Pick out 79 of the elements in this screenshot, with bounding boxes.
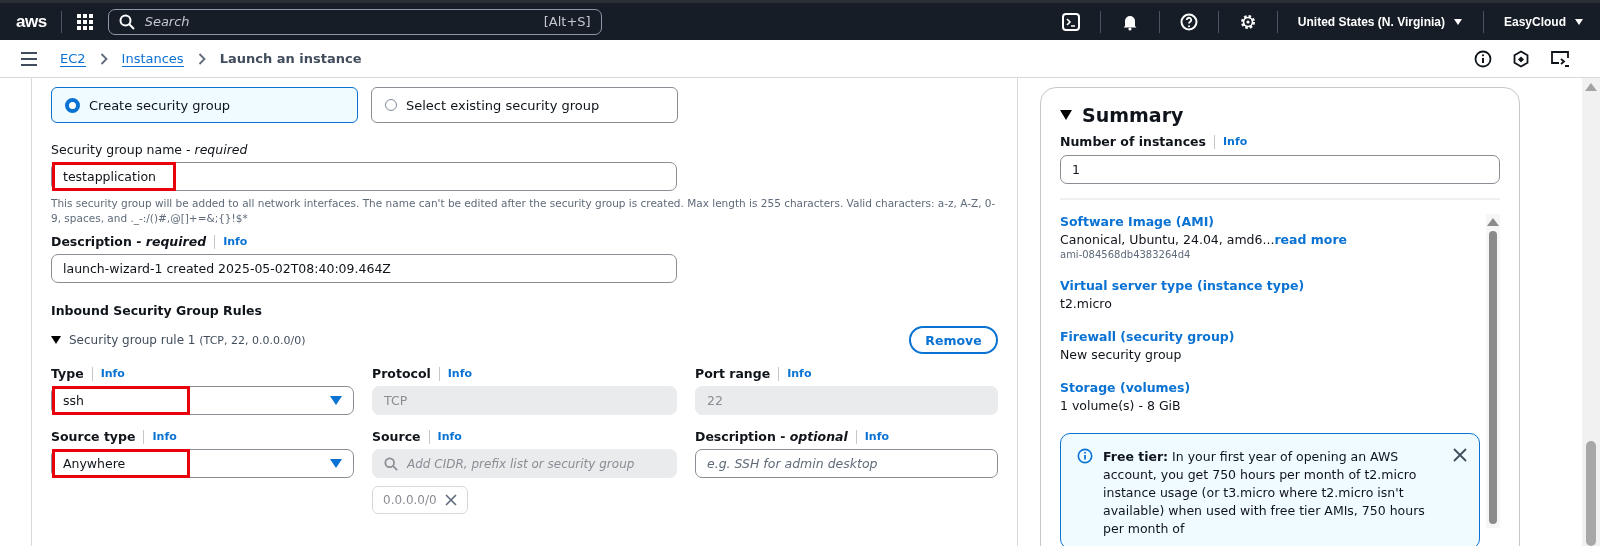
scrollbar[interactable]	[1486, 214, 1500, 528]
help-text: This security group will be added to all network interfaces. The name can't be edited after the security group is created. Max length is 255 characters. Valid characters: a-z, A-Z, 0-9, spaces, and ._-:/()#,@[]+=&;{}!$*	[51, 196, 997, 226]
info-link[interactable]: Info	[223, 235, 248, 248]
input-field[interactable]: testapplication	[51, 162, 677, 191]
search-field[interactable]: Search [Alt+S]	[107, 8, 602, 35]
filter-token: 0.0.0.0/0	[372, 486, 468, 514]
remove-button[interactable]: Remove	[909, 326, 998, 354]
summary-value: 1 volume(s) - 8 GiB	[1060, 398, 1182, 413]
field-label: Description - required	[51, 234, 207, 249]
info-link[interactable]: Info	[787, 367, 812, 380]
rule-expander[interactable]: Security group rule 1 (TCP, 22, 0.0.0.0/0)	[51, 333, 306, 347]
page-scrollbar[interactable]	[1582, 78, 1600, 546]
summary-value: Canonical, Ubuntu, 24.04, amd6...read more	[1060, 232, 1349, 247]
scrollbar-thumb[interactable]	[1586, 441, 1596, 546]
logo[interactable]: aws	[16, 11, 47, 32]
select-field[interactable]: Anywhere	[51, 449, 354, 478]
info-link[interactable]: Info	[447, 367, 473, 380]
info-link[interactable]: Info	[864, 430, 890, 443]
summary-value: t2.micro	[1060, 296, 1113, 311]
breadcrumb-link[interactable]: EC2	[60, 50, 86, 67]
field-label: Protocol	[372, 366, 431, 381]
section-link[interactable]: Storage (volumes)	[1060, 380, 1191, 395]
scrollbar-thumb[interactable]	[1489, 231, 1497, 524]
radio-tile[interactable]: Select existing security group	[371, 87, 678, 123]
ami-id: ami-084568db4383264d4	[1060, 249, 1192, 260]
search-icon	[384, 456, 398, 471]
shortcut-hint: [Alt+S]	[543, 14, 591, 29]
field-label: Security group name - required	[51, 142, 249, 157]
chevron-right-icon	[197, 52, 206, 65]
account-menu[interactable]: EasyCloud	[1504, 14, 1584, 29]
terminal-icon[interactable]	[1061, 12, 1080, 31]
region-menu[interactable]: United States (N. Virginia)	[1297, 14, 1463, 29]
info-icon	[1077, 448, 1093, 464]
breadcrumb-current: Launch an instance	[219, 51, 362, 66]
info-link[interactable]: Info	[1222, 135, 1248, 148]
menu-icon[interactable]	[20, 51, 38, 66]
input-field: 22	[695, 386, 998, 415]
section-link[interactable]: Firewall (security group)	[1060, 329, 1235, 344]
expand-triangle-icon[interactable]	[1060, 110, 1072, 120]
search-icon	[118, 13, 135, 30]
info-link[interactable]: Info	[437, 430, 462, 443]
section-link[interactable]: Virtual server type (instance type)	[1060, 278, 1305, 293]
alert-text: Free tier: In your first year of opening an AWS account, you get 750 hours per month of t2.micro instance usage (or t3.micro where t2.micro isn't available) when used with free tier AMIs, 750 hours per month of	[1103, 448, 1426, 538]
search-field[interactable]: Add CIDR, prefix list or security group	[372, 449, 677, 478]
input-field[interactable]: 1	[1060, 155, 1500, 184]
field-label: Description - optional	[695, 429, 848, 444]
summary-value: New security group	[1060, 347, 1183, 362]
chevron-right-icon	[99, 52, 108, 65]
breadcrumb-link[interactable]: Instances	[121, 50, 184, 67]
caret-icon	[1453, 17, 1463, 26]
close-icon[interactable]	[1453, 448, 1467, 462]
input-field[interactable]: e.g. SSH for admin desktop	[695, 449, 998, 478]
field-label: Source type	[51, 429, 136, 444]
settings-icon[interactable]	[1238, 12, 1257, 31]
hexagon-icon[interactable]	[1512, 49, 1530, 68]
field-label: Number of instances	[1060, 134, 1206, 149]
radio-button[interactable]	[65, 97, 80, 113]
field-label: Port range	[695, 366, 771, 381]
select-field[interactable]: ssh	[51, 386, 354, 415]
scroll-up-arrow-icon[interactable]	[1487, 218, 1499, 226]
close-icon[interactable]	[444, 494, 457, 506]
info-icon[interactable]	[1474, 49, 1492, 68]
radio-tile[interactable]: Create security group	[51, 87, 358, 123]
field-label: Type	[51, 366, 84, 381]
caret-down-icon	[330, 459, 342, 468]
panel-title: Summary	[1082, 104, 1184, 126]
info-link[interactable]: Info	[152, 430, 177, 443]
info-link[interactable]: Info	[100, 367, 125, 380]
caret-down-icon	[330, 396, 342, 405]
screen-terminal-icon[interactable]	[1550, 49, 1570, 68]
read-more-link[interactable]: read more	[1274, 232, 1348, 247]
help-icon[interactable]	[1179, 12, 1198, 31]
input-field: TCP	[372, 386, 677, 415]
field-label: Source	[372, 429, 421, 444]
section-heading: Inbound Security Group Rules	[51, 303, 263, 318]
apps-grid-icon[interactable]	[75, 12, 94, 31]
caret-icon	[1574, 17, 1584, 26]
input-field[interactable]: launch-wizard-1 created 2025-05-02T08:40:09.464Z	[51, 254, 677, 283]
section-link[interactable]: Software Image (AMI)	[1060, 214, 1215, 229]
